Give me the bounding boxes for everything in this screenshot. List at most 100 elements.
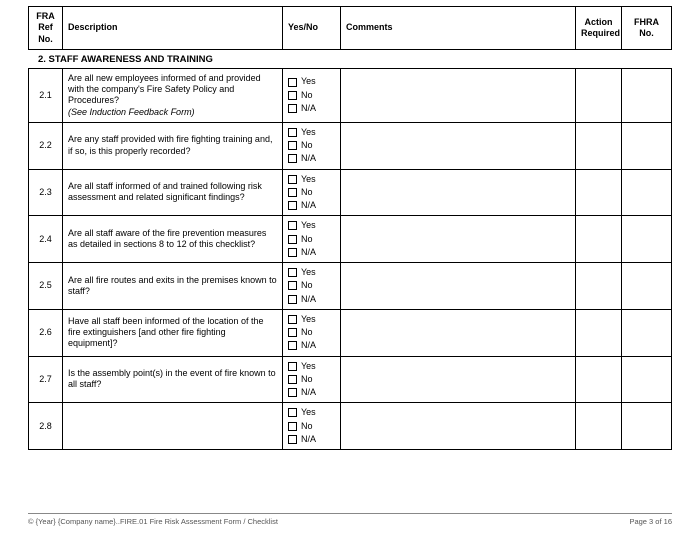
checkbox-na[interactable] [288, 435, 297, 444]
row-description: Are all new employees informed of and pr… [63, 68, 283, 122]
row-comments[interactable] [341, 169, 576, 216]
row-yesno: YesNoN/A [283, 169, 341, 216]
table-row: 2.5Are all fire routes and exits in the … [29, 263, 672, 310]
row-yesno: YesNoN/A [283, 216, 341, 263]
row-yesno: YesNoN/A [283, 122, 341, 169]
checkbox-yes[interactable] [288, 78, 297, 87]
row-action[interactable] [576, 309, 622, 356]
checkbox-label: N/A [301, 153, 316, 164]
row-action[interactable] [576, 122, 622, 169]
checkbox-yes[interactable] [288, 408, 297, 417]
table-row: 2.1Are all new employees informed of and… [29, 68, 672, 122]
table-row: 2.8 YesNoN/A [29, 403, 672, 450]
checkbox-yes[interactable] [288, 268, 297, 277]
table-row: 2.3Are all staff informed of and trained… [29, 169, 672, 216]
row-ref: 2.2 [29, 122, 63, 169]
row-comments[interactable] [341, 68, 576, 122]
section-title: 2. STAFF AWARENESS AND TRAINING [28, 50, 672, 68]
footer-left: © {Year} {Company name}..FIRE.01 Fire Ri… [28, 517, 278, 526]
row-fhra[interactable] [622, 356, 672, 403]
header-description: Description [63, 7, 283, 50]
row-action[interactable] [576, 356, 622, 403]
header-action: Action Required [576, 7, 622, 50]
row-description: Have all staff been informed of the loca… [63, 309, 283, 356]
checkbox-no[interactable] [288, 91, 297, 100]
table-row: 2.7Is the assembly point(s) in the event… [29, 356, 672, 403]
checkbox-no[interactable] [288, 422, 297, 431]
checkbox-label: N/A [301, 103, 316, 114]
checkbox-no[interactable] [288, 375, 297, 384]
checkbox-na[interactable] [288, 154, 297, 163]
checkbox-label: Yes [301, 174, 316, 185]
header-table: FRA Ref No. Description Yes/No Comments … [28, 6, 672, 50]
row-yesno: YesNoN/A [283, 403, 341, 450]
checkbox-na[interactable] [288, 248, 297, 257]
row-action[interactable] [576, 263, 622, 310]
row-ref: 2.7 [29, 356, 63, 403]
header-ref: FRA Ref No. [29, 7, 63, 50]
checkbox-yes[interactable] [288, 221, 297, 230]
row-description: Are all staff aware of the fire preventi… [63, 216, 283, 263]
footer-right: Page 3 of 16 [629, 517, 672, 526]
checkbox-label: No [301, 280, 313, 291]
row-fhra[interactable] [622, 403, 672, 450]
checkbox-yes[interactable] [288, 128, 297, 137]
row-comments[interactable] [341, 356, 576, 403]
row-description: Are all staff informed of and trained fo… [63, 169, 283, 216]
checkbox-na[interactable] [288, 388, 297, 397]
checkbox-label: N/A [301, 294, 316, 305]
row-action[interactable] [576, 169, 622, 216]
checkbox-yes[interactable] [288, 362, 297, 371]
row-comments[interactable] [341, 122, 576, 169]
checkbox-label: Yes [301, 76, 316, 87]
table-row: 2.4Are all staff aware of the fire preve… [29, 216, 672, 263]
row-ref: 2.4 [29, 216, 63, 263]
checkbox-yes[interactable] [288, 315, 297, 324]
checkbox-label: Yes [301, 361, 316, 372]
row-fhra[interactable] [622, 122, 672, 169]
row-fhra[interactable] [622, 216, 672, 263]
checkbox-label: N/A [301, 434, 316, 445]
checkbox-label: N/A [301, 387, 316, 398]
row-fhra[interactable] [622, 68, 672, 122]
checkbox-no[interactable] [288, 281, 297, 290]
checkbox-label: Yes [301, 127, 316, 138]
header-yesno: Yes/No [283, 7, 341, 50]
row-comments[interactable] [341, 403, 576, 450]
row-comments[interactable] [341, 263, 576, 310]
row-ref: 2.1 [29, 68, 63, 122]
row-yesno: Yes No N/A [283, 263, 341, 310]
checkbox-label: No [301, 374, 313, 385]
row-fhra[interactable] [622, 169, 672, 216]
checkbox-label: Yes [301, 267, 316, 278]
row-action[interactable] [576, 403, 622, 450]
row-action[interactable] [576, 216, 622, 263]
checkbox-no[interactable] [288, 235, 297, 244]
table-row: 2.2Are any staff provided with fire figh… [29, 122, 672, 169]
checkbox-na[interactable] [288, 201, 297, 210]
table-row: 2.6Have all staff been informed of the l… [29, 309, 672, 356]
row-yesno: YesNoN/A [283, 309, 341, 356]
row-description: Are any staff provided with fire fightin… [63, 122, 283, 169]
row-comments[interactable] [341, 216, 576, 263]
checkbox-na[interactable] [288, 104, 297, 113]
checkbox-na[interactable] [288, 295, 297, 304]
page-footer: © {Year} {Company name}..FIRE.01 Fire Ri… [28, 513, 672, 526]
row-action[interactable] [576, 68, 622, 122]
row-fhra[interactable] [622, 309, 672, 356]
row-description [63, 403, 283, 450]
row-description: Are all fire routes and exits in the pre… [63, 263, 283, 310]
row-yesno: Yes No N/A [283, 68, 341, 122]
checkbox-label: No [301, 90, 313, 101]
row-ref: 2.8 [29, 403, 63, 450]
row-comments[interactable] [341, 309, 576, 356]
checkbox-no[interactable] [288, 328, 297, 337]
checkbox-no[interactable] [288, 188, 297, 197]
row-fhra[interactable] [622, 263, 672, 310]
checkbox-label: N/A [301, 200, 316, 211]
checkbox-no[interactable] [288, 141, 297, 150]
row-ref: 2.6 [29, 309, 63, 356]
checkbox-na[interactable] [288, 341, 297, 350]
checkbox-yes[interactable] [288, 175, 297, 184]
checkbox-label: N/A [301, 247, 316, 258]
